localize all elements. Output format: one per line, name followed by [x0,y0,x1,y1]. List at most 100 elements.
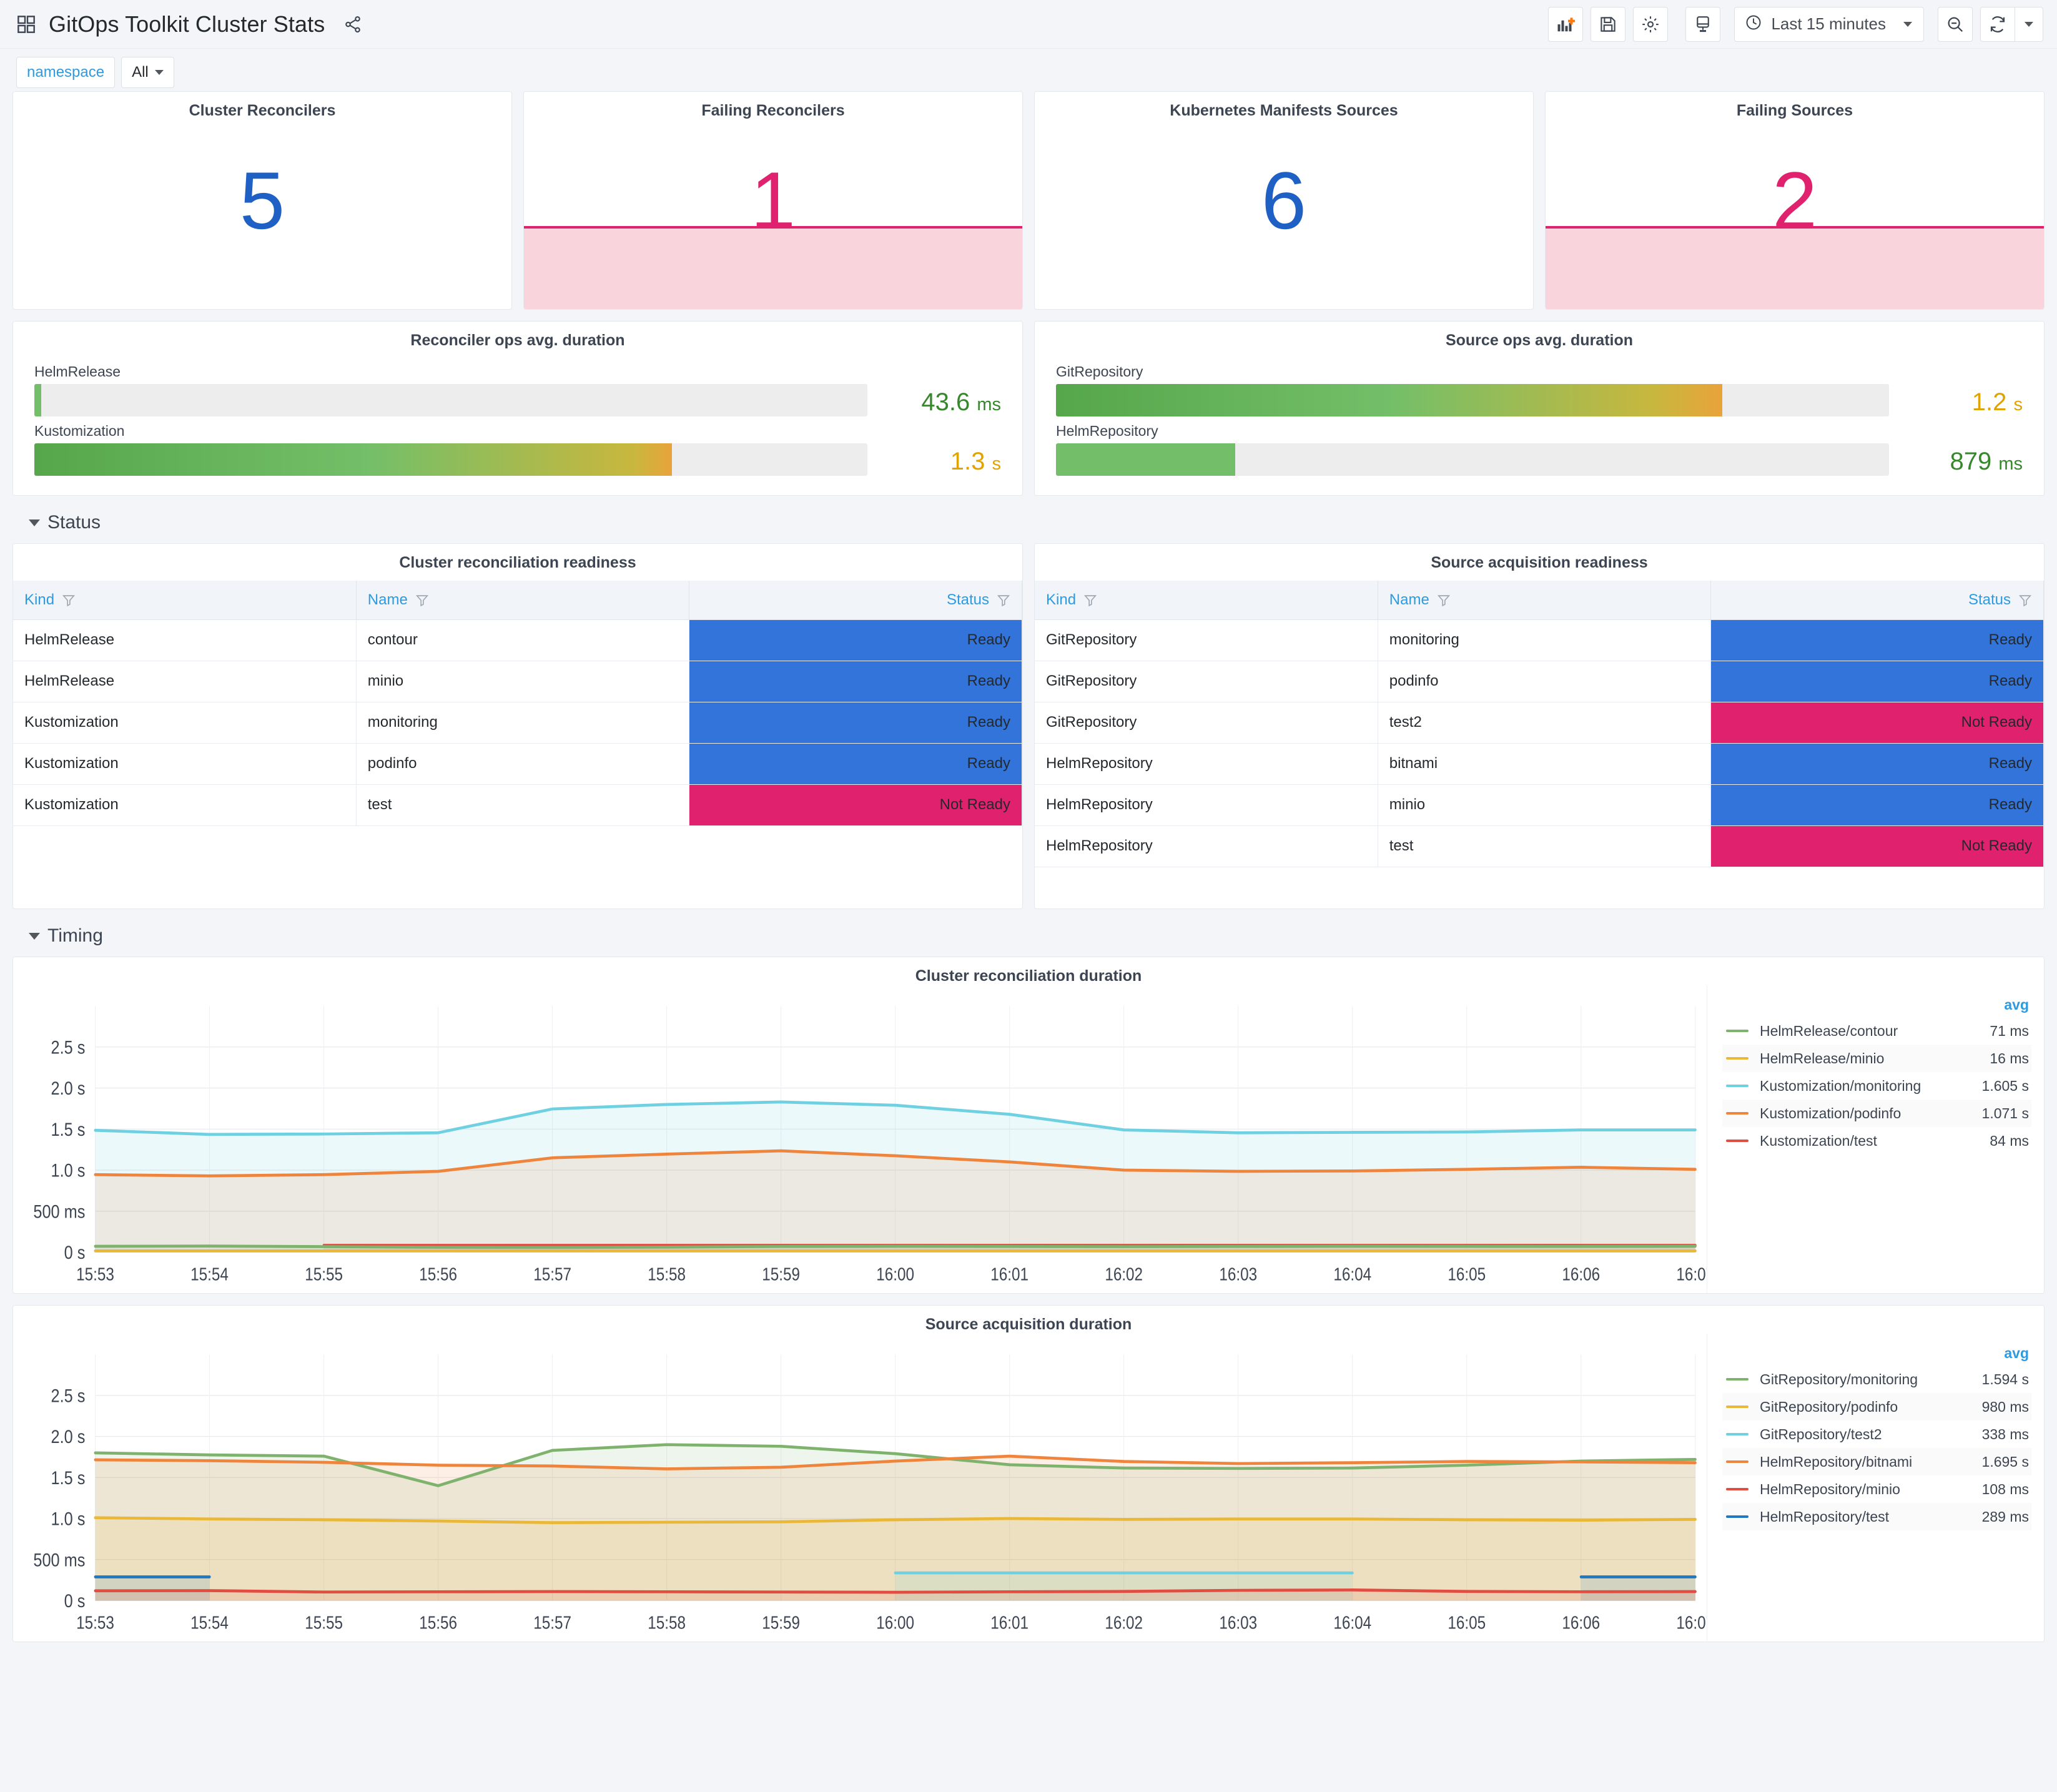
legend-item[interactable]: HelmRepository/minio 108 ms [1722,1475,2031,1503]
gauge-track [34,384,867,416]
cell-name: test2 [1378,702,1711,744]
filter-funnel-icon[interactable] [415,593,429,607]
column-header-kind[interactable]: Kind [1035,581,1378,620]
legend-item[interactable]: GitRepository/monitoring 1.594 s [1722,1366,2031,1393]
legend-item[interactable]: Kustomization/podinfo 1.071 s [1722,1100,2031,1127]
filter-funnel-icon[interactable] [1437,593,1451,607]
column-header-status[interactable]: Status [1710,581,2044,620]
timeseries-legend: avg HelmRelease/contour 71 ms HelmReleas… [1707,985,2044,1293]
section-header-timing[interactable]: Timing [12,920,2045,957]
table-row[interactable]: HelmRepository minio Ready [1035,784,2044,826]
cell-kind: HelmRepository [1035,743,1378,785]
cell-name: monitoring [356,702,689,744]
svg-text:16:03: 16:03 [1219,1613,1257,1633]
legend-item[interactable]: GitRepository/podinfo 980 ms [1722,1393,2031,1420]
timeseries-plot[interactable]: 0 s 500 ms 1.0 s 1.5 s 2.0 s 2.5 s 15:53 15:54 1… [13,985,1707,1293]
legend-item[interactable]: Kustomization/test 84 ms [1722,1127,2031,1154]
add-panel-icon[interactable] [1548,6,1584,42]
dashboard-grid-icon [16,14,36,34]
bar-gauge-panel[interactable]: Reconciler ops avg. duration HelmRelease… [12,321,1023,496]
zoom-out-icon[interactable] [1938,6,1973,42]
legend-stat-header: avg [2004,997,2029,1013]
legend-series-avg: 108 ms [1981,1480,2029,1497]
refresh-icon[interactable] [1980,6,2015,42]
section-header-status[interactable]: Status [12,507,2045,543]
filter-funnel-icon[interactable] [997,593,1010,607]
variable-select-namespace[interactable]: All [121,57,174,88]
stat-panel[interactable]: Failing Reconcilers 1 [523,91,1023,310]
refresh-interval-dropdown[interactable] [2015,6,2043,42]
gauge-row: Kustomization 1.3 s [34,423,1001,476]
table-panel[interactable]: Cluster reconciliation readiness Kind Na… [12,543,1023,909]
svg-text:15:54: 15:54 [190,1264,229,1284]
stat-panel[interactable]: Kubernetes Manifests Sources 6 [1034,91,1534,310]
chevron-down-icon [154,70,164,75]
stat-panel[interactable]: Cluster Reconcilers 5 [12,91,512,310]
filter-funnel-icon[interactable] [1083,593,1097,607]
legend-series-name: HelmRepository/minio [1760,1480,1900,1497]
table-row[interactable]: GitRepository test2 Not Ready [1035,702,2044,744]
panel-title: Kubernetes Manifests Sources [1170,102,1398,119]
legend-series-name: GitRepository/podinfo [1760,1398,1898,1415]
legend-item[interactable]: HelmRelease/contour 71 ms [1722,1017,2031,1045]
time-range-picker[interactable]: Last 15 minutes [1734,6,1924,42]
table-row[interactable]: GitRepository monitoring Ready [1035,619,2044,661]
stat-panel[interactable]: Failing Sources 2 [1545,91,2045,310]
column-header-kind[interactable]: Kind [13,581,357,620]
table-row[interactable]: HelmRepository bitnami Ready [1035,743,2044,785]
legend-series-name: Kustomization/podinfo [1760,1105,1902,1121]
table-row[interactable]: GitRepository podinfo Ready [1035,661,2044,702]
svg-text:15:57: 15:57 [533,1264,571,1284]
filter-funnel-icon[interactable] [62,593,76,607]
column-header-label: Kind [1046,591,1077,608]
column-header-name[interactable]: Name [356,581,689,620]
legend-item[interactable]: GitRepository/test2 338 ms [1722,1420,2031,1448]
panel-title: Source acquisition duration [925,1316,1132,1333]
timeseries-panel[interactable]: Source acquisition duration 0 s 500 ms 1.0… [12,1305,2045,1642]
svg-text:16:07: 16:07 [1676,1264,1707,1284]
legend-color-swatch [1726,1488,1749,1490]
table-row[interactable]: HelmRepository test Not Ready [1035,825,2044,867]
filter-funnel-icon[interactable] [2018,593,2032,607]
svg-text:16:02: 16:02 [1105,1264,1143,1284]
tv-mode-icon[interactable] [1685,6,1721,42]
cell-kind: HelmRepository [1035,825,1378,867]
readiness-table: Kind Name Status HelmRelease contour Rea… [13,581,1022,826]
table-panel[interactable]: Source acquisition readiness Kind Name S… [1034,543,2045,909]
column-header-label: Status [1968,591,2011,608]
share-icon[interactable] [343,15,362,34]
svg-text:15:58: 15:58 [648,1264,686,1284]
table-row[interactable]: HelmRelease contour Ready [13,619,1022,661]
bar-gauge-panel[interactable]: Source ops avg. duration GitRepository 1… [1034,321,2045,496]
table-row[interactable]: Kustomization test Not Ready [13,784,1022,826]
table-row[interactable]: HelmRelease minio Ready [13,661,1022,702]
svg-text:15:59: 15:59 [762,1613,800,1633]
gauge-left: GitRepository [1056,363,1889,416]
column-header-status[interactable]: Status [689,581,1022,620]
svg-text:16:05: 16:05 [1448,1264,1486,1284]
legend-series-name: Kustomization/monitoring [1760,1077,1921,1094]
cell-name: minio [356,661,689,702]
gauge-row: GitRepository 1.2 s [1056,363,2023,416]
template-variables-bar: namespace All [0,49,2057,91]
timeseries-plot[interactable]: 0 s 500 ms 1.0 s 1.5 s 2.0 s 2.5 s 15:53 15:54 1… [13,1334,1707,1642]
timeseries-panel[interactable]: Cluster reconciliation duration 0 s 500 m… [12,957,2045,1294]
svg-text:15:55: 15:55 [305,1264,343,1284]
legend-item[interactable]: HelmRepository/test 289 ms [1722,1503,2031,1530]
legend-series-avg: 1.695 s [1981,1453,2029,1470]
status-badge: Ready [1710,661,2044,702]
gear-icon[interactable] [1633,6,1669,42]
cell-name: bitnami [1378,743,1711,785]
legend-item[interactable]: HelmRelease/minio 16 ms [1722,1045,2031,1072]
save-icon[interactable] [1591,6,1626,42]
column-header-name[interactable]: Name [1378,581,1711,620]
table-row[interactable]: Kustomization monitoring Ready [13,702,1022,744]
legend-color-swatch [1726,1085,1749,1087]
status-badge: Not Ready [1710,702,2044,744]
table-row[interactable]: Kustomization podinfo Ready [13,743,1022,785]
legend-item[interactable]: Kustomization/monitoring 1.605 s [1722,1072,2031,1100]
panel-title: Failing Sources [1736,102,1853,119]
gauge-rows: GitRepository 1.2 s HelmRepository 879 m… [1035,350,2044,476]
svg-text:2.0 s: 2.0 s [51,1426,86,1447]
legend-item[interactable]: HelmRepository/bitnami 1.695 s [1722,1448,2031,1475]
